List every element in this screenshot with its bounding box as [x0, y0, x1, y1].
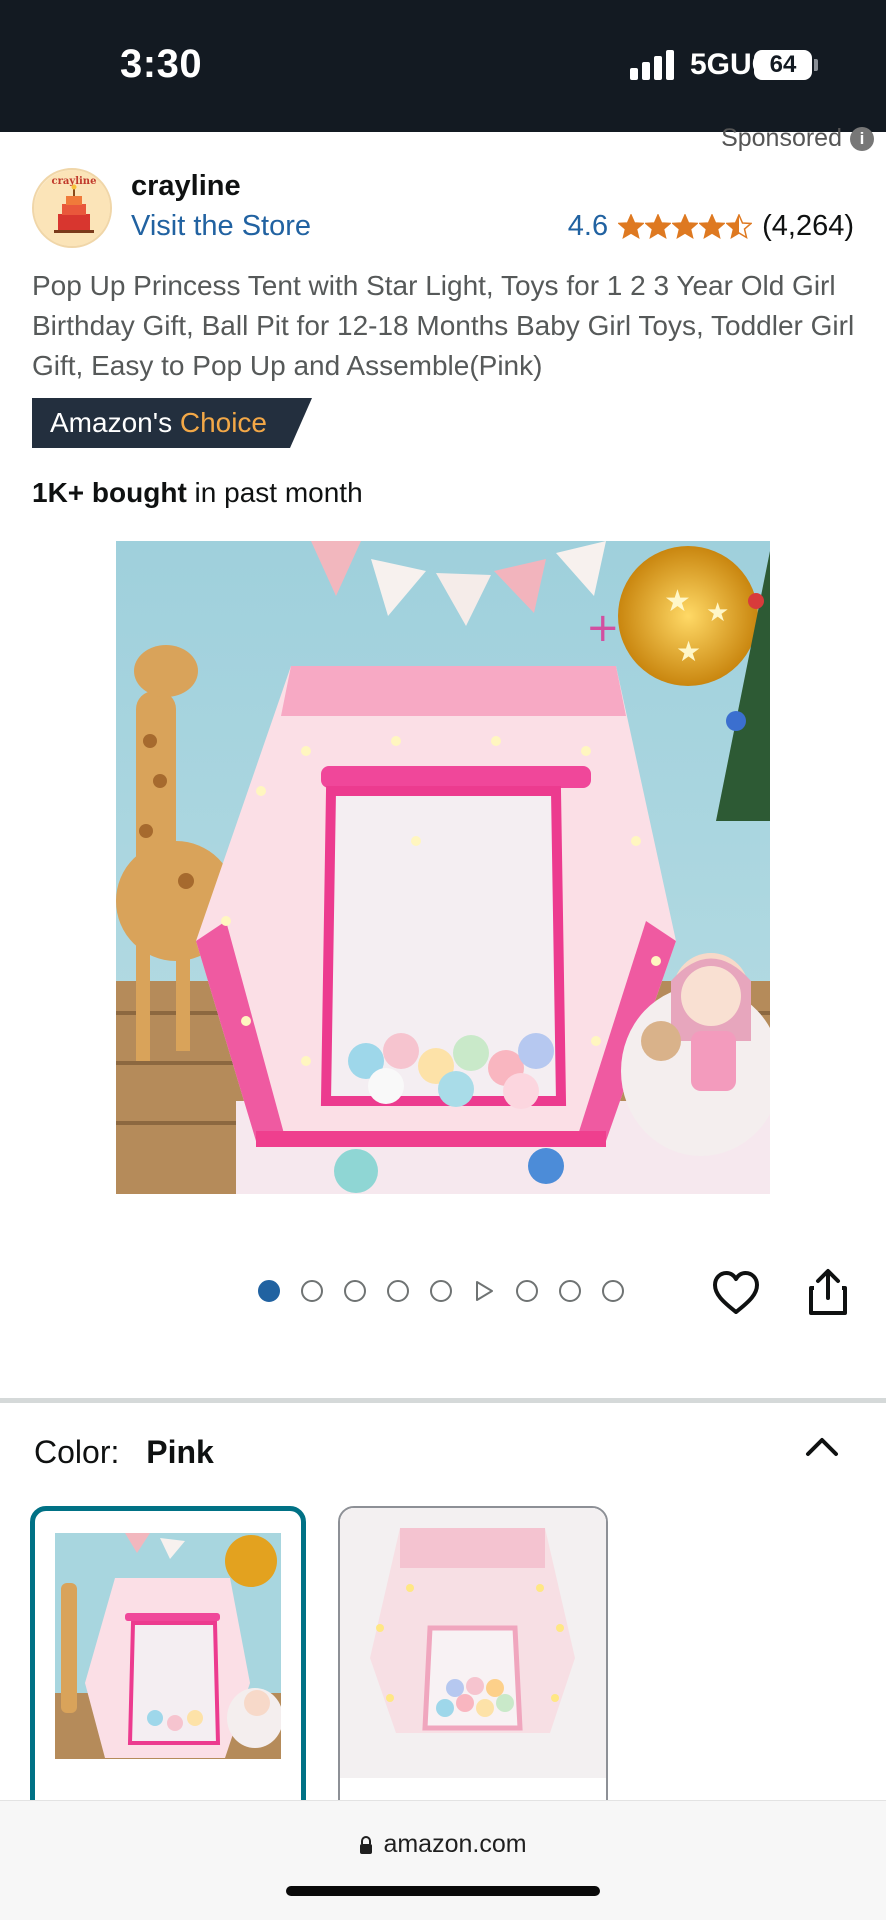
bought-bold: 1K+ bought	[32, 477, 187, 508]
lock-icon	[360, 1836, 373, 1854]
home-indicator[interactable]	[286, 1886, 600, 1896]
color-label: Color:	[34, 1434, 120, 1470]
brand-logo[interactable]: crayline	[32, 168, 112, 248]
visit-store-link[interactable]: Visit the Store	[131, 210, 311, 243]
rating-value: 4.6	[567, 210, 609, 242]
star-rating	[618, 213, 753, 240]
svg-text:+: +	[586, 605, 620, 651]
badge-text: Amazon's Choice	[50, 407, 267, 439]
battery-icon: 64	[754, 50, 812, 80]
share-icon[interactable]	[808, 1268, 848, 1316]
review-count: (4,264)	[762, 210, 854, 242]
swatch-thumbnail	[55, 1533, 281, 1759]
carousel-dots[interactable]	[258, 1280, 645, 1302]
carousel-dot[interactable]	[516, 1280, 538, 1302]
badge-highlight: Choice	[179, 407, 268, 438]
star-half-icon	[726, 213, 753, 239]
carousel-dot[interactable]	[301, 1280, 323, 1302]
star-full-icon	[645, 213, 672, 239]
product-title[interactable]: Pop Up Princess Tent with Star Light, To…	[32, 266, 862, 386]
svg-text:★: ★	[676, 635, 701, 668]
color-value: Pink	[146, 1434, 214, 1470]
carousel-dot[interactable]	[387, 1280, 409, 1302]
color-selector-header: Color: Pink	[34, 1434, 214, 1471]
product-main-image[interactable]: ★ ★ ★ +	[116, 541, 770, 1194]
carousel-dot-active[interactable]	[258, 1280, 280, 1302]
info-icon[interactable]: i	[850, 126, 874, 151]
carousel-dot[interactable]	[344, 1280, 366, 1302]
color-swatch-option[interactable]	[338, 1506, 608, 1816]
chevron-up-icon[interactable]	[804, 1432, 840, 1460]
section-divider	[0, 1398, 886, 1403]
status-bar: 3:30 5GUC 64	[0, 0, 886, 132]
color-swatch-selected[interactable]	[30, 1506, 306, 1816]
browser-bottom-bar	[0, 1800, 886, 1920]
bought-rest: in past month	[186, 477, 363, 508]
badge-prefix: Amazon's	[50, 407, 173, 438]
video-play-icon[interactable]	[473, 1280, 495, 1302]
status-time: 3:30	[120, 42, 203, 86]
brand-logo-text: crayline	[52, 176, 97, 187]
swatch-thumbnail	[340, 1508, 606, 1778]
battery-nub	[814, 59, 818, 71]
heart-icon[interactable]	[712, 1270, 760, 1316]
star-full-icon	[618, 213, 645, 239]
bought-count: 1K+ bought in past month	[32, 477, 363, 509]
carousel-dot[interactable]	[430, 1280, 452, 1302]
product-photo: ★ ★ ★ +	[116, 541, 770, 1194]
brand-logo-image: crayline	[34, 170, 110, 246]
sponsored-text: Sponsored	[721, 124, 842, 152]
url-text: amazon.com	[383, 1830, 527, 1858]
svg-text:★: ★	[664, 584, 691, 619]
star-full-icon	[672, 213, 699, 239]
sponsored-label[interactable]: Sponsored i	[721, 124, 874, 153]
rating-row[interactable]: 4.6 (4,264)	[568, 210, 854, 243]
url-bar[interactable]: amazon.com	[0, 1830, 886, 1859]
star-full-icon	[699, 213, 726, 239]
brand-name[interactable]: crayline	[131, 170, 241, 203]
svg-text:★: ★	[706, 598, 729, 628]
carousel-dot[interactable]	[602, 1280, 624, 1302]
carousel-dot[interactable]	[559, 1280, 581, 1302]
signal-icon	[630, 50, 676, 80]
